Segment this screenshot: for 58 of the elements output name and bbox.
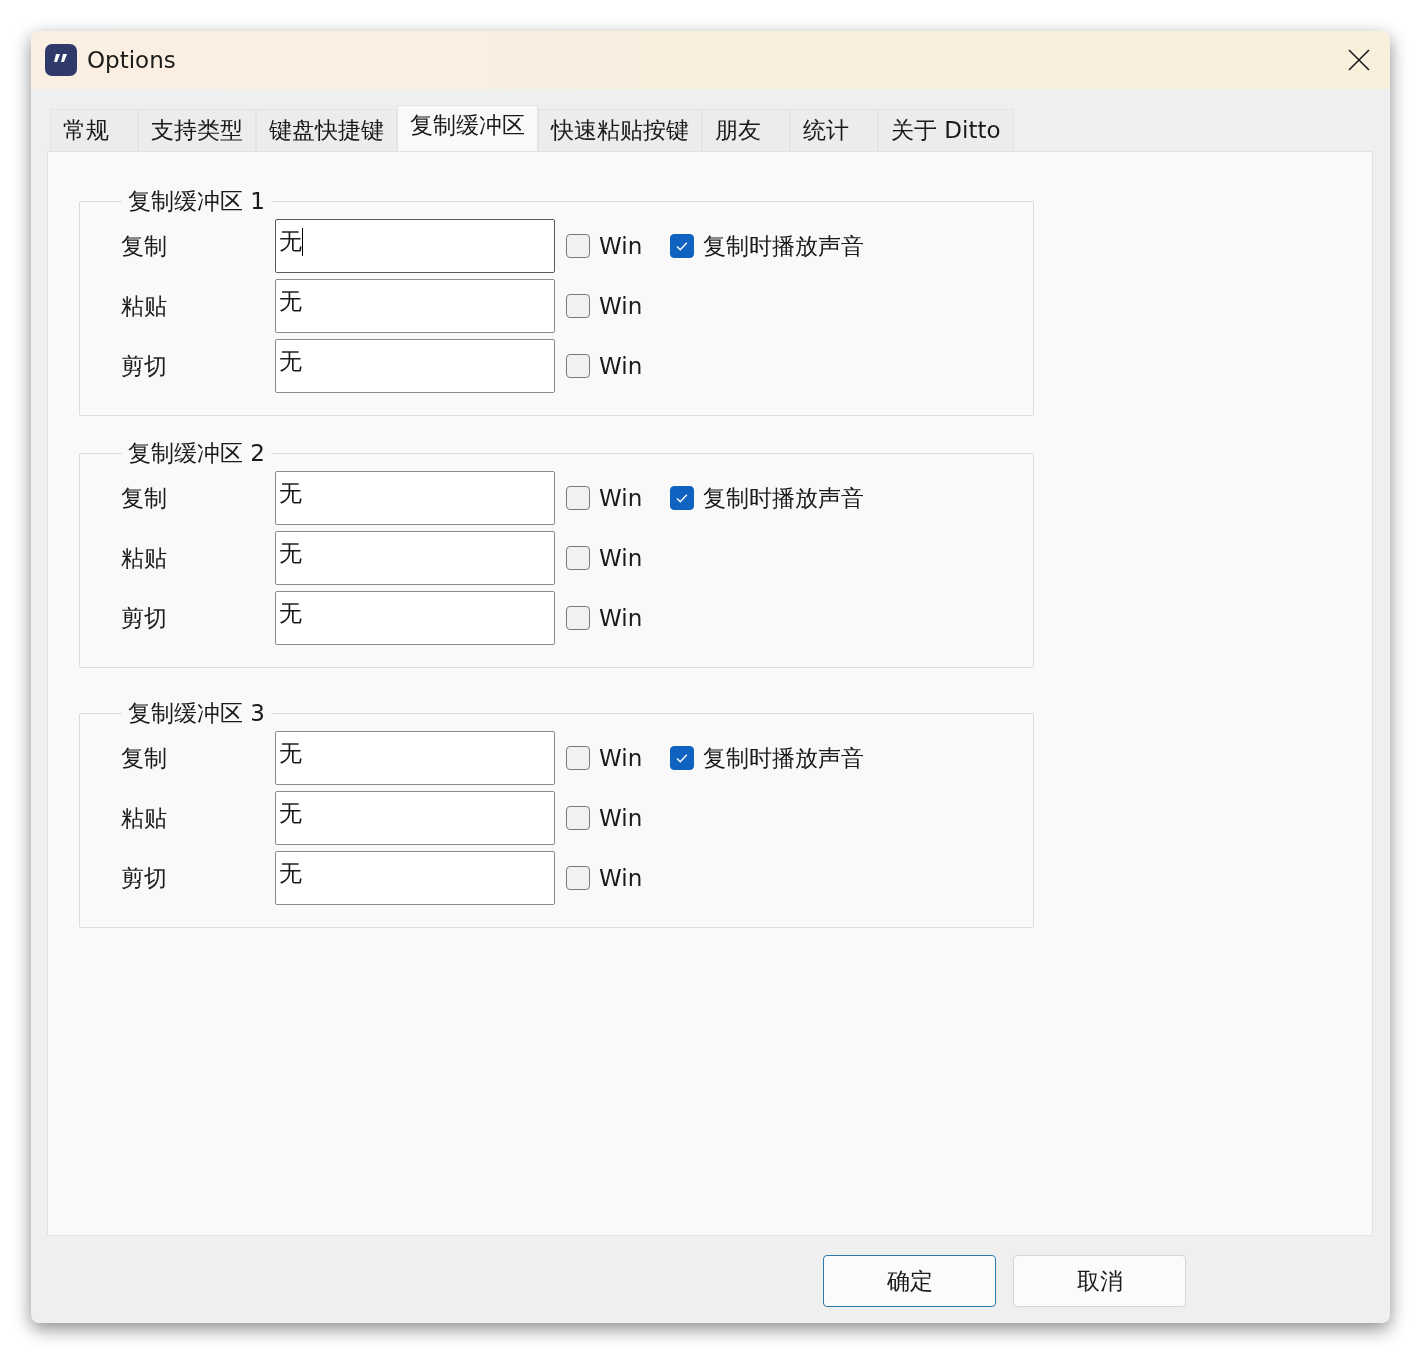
field-label: 粘贴 <box>121 803 168 833</box>
field-label: 剪切 <box>121 603 168 633</box>
field-label: 复制 <box>121 743 168 773</box>
checkbox-label[interactable]: 复制时播放声音 <box>703 482 864 514</box>
dialog-button[interactable]: 确定 <box>823 1255 996 1307</box>
checkbox[interactable] <box>566 806 590 830</box>
hotkey-field[interactable]: 无 <box>275 279 555 333</box>
checkbox-label[interactable]: 复制时播放声音 <box>703 742 864 774</box>
checkbox-label[interactable]: Win <box>599 865 643 891</box>
hotkey-field[interactable]: 无 <box>275 339 555 393</box>
checkbox[interactable] <box>670 234 694 258</box>
hotkey-field[interactable]: 无 <box>275 851 555 905</box>
hotkey-field[interactable]: 无 <box>275 531 555 585</box>
tab[interactable]: 关于 Ditto <box>878 109 1014 151</box>
checkbox[interactable] <box>566 606 590 630</box>
tab[interactable]: 常规 <box>50 109 138 151</box>
checkbox[interactable] <box>566 486 590 510</box>
checkbox[interactable] <box>566 294 590 318</box>
checkbox[interactable] <box>670 746 694 770</box>
field-label: 粘贴 <box>121 543 168 573</box>
checkbox[interactable] <box>566 354 590 378</box>
hotkey-field[interactable]: 无 <box>275 791 555 845</box>
hotkey-field[interactable]: 无 <box>275 471 555 525</box>
tab[interactable]: 朋友 <box>702 109 790 151</box>
window-title: Options <box>87 47 177 73</box>
field-label: 粘贴 <box>121 291 168 321</box>
field-label: 复制 <box>121 231 168 261</box>
checkbox[interactable] <box>566 866 590 890</box>
hotkey-field[interactable]: 无 <box>275 219 555 273</box>
checkbox-label[interactable]: Win <box>599 605 643 631</box>
checkbox-label[interactable]: Win <box>599 805 643 831</box>
dialog-button[interactable]: 取消 <box>1013 1255 1186 1307</box>
checkbox[interactable] <box>566 234 590 258</box>
tab[interactable]: 键盘快捷键 <box>256 109 397 151</box>
app-icon <box>45 44 77 76</box>
checkbox[interactable] <box>566 746 590 770</box>
checkbox-label[interactable]: Win <box>599 293 643 319</box>
checkbox-label[interactable]: Win <box>599 233 643 259</box>
tab[interactable]: 支持类型 <box>138 109 256 151</box>
checkbox-label[interactable]: Win <box>599 485 643 511</box>
checkbox-label[interactable]: Win <box>599 745 643 771</box>
text-caret <box>302 228 303 256</box>
field-label: 剪切 <box>121 863 168 893</box>
group-title: 复制缓冲区 3 <box>127 699 266 728</box>
tab[interactable]: 快速粘贴按键 <box>538 109 702 151</box>
field-label: 复制 <box>121 483 168 513</box>
checkbox[interactable] <box>566 546 590 570</box>
tab[interactable]: 统计 <box>790 109 878 151</box>
hotkey-field[interactable]: 无 <box>275 591 555 645</box>
tab[interactable]: 复制缓冲区 <box>397 105 538 151</box>
checkbox[interactable] <box>670 486 694 510</box>
hotkey-field[interactable]: 无 <box>275 731 555 785</box>
field-label: 剪切 <box>121 351 168 381</box>
checkbox-label[interactable]: Win <box>599 353 643 379</box>
group-title: 复制缓冲区 2 <box>127 439 266 468</box>
group-title: 复制缓冲区 1 <box>127 187 266 216</box>
checkbox-label[interactable]: 复制时播放声音 <box>703 230 864 262</box>
checkbox-label[interactable]: Win <box>599 545 643 571</box>
